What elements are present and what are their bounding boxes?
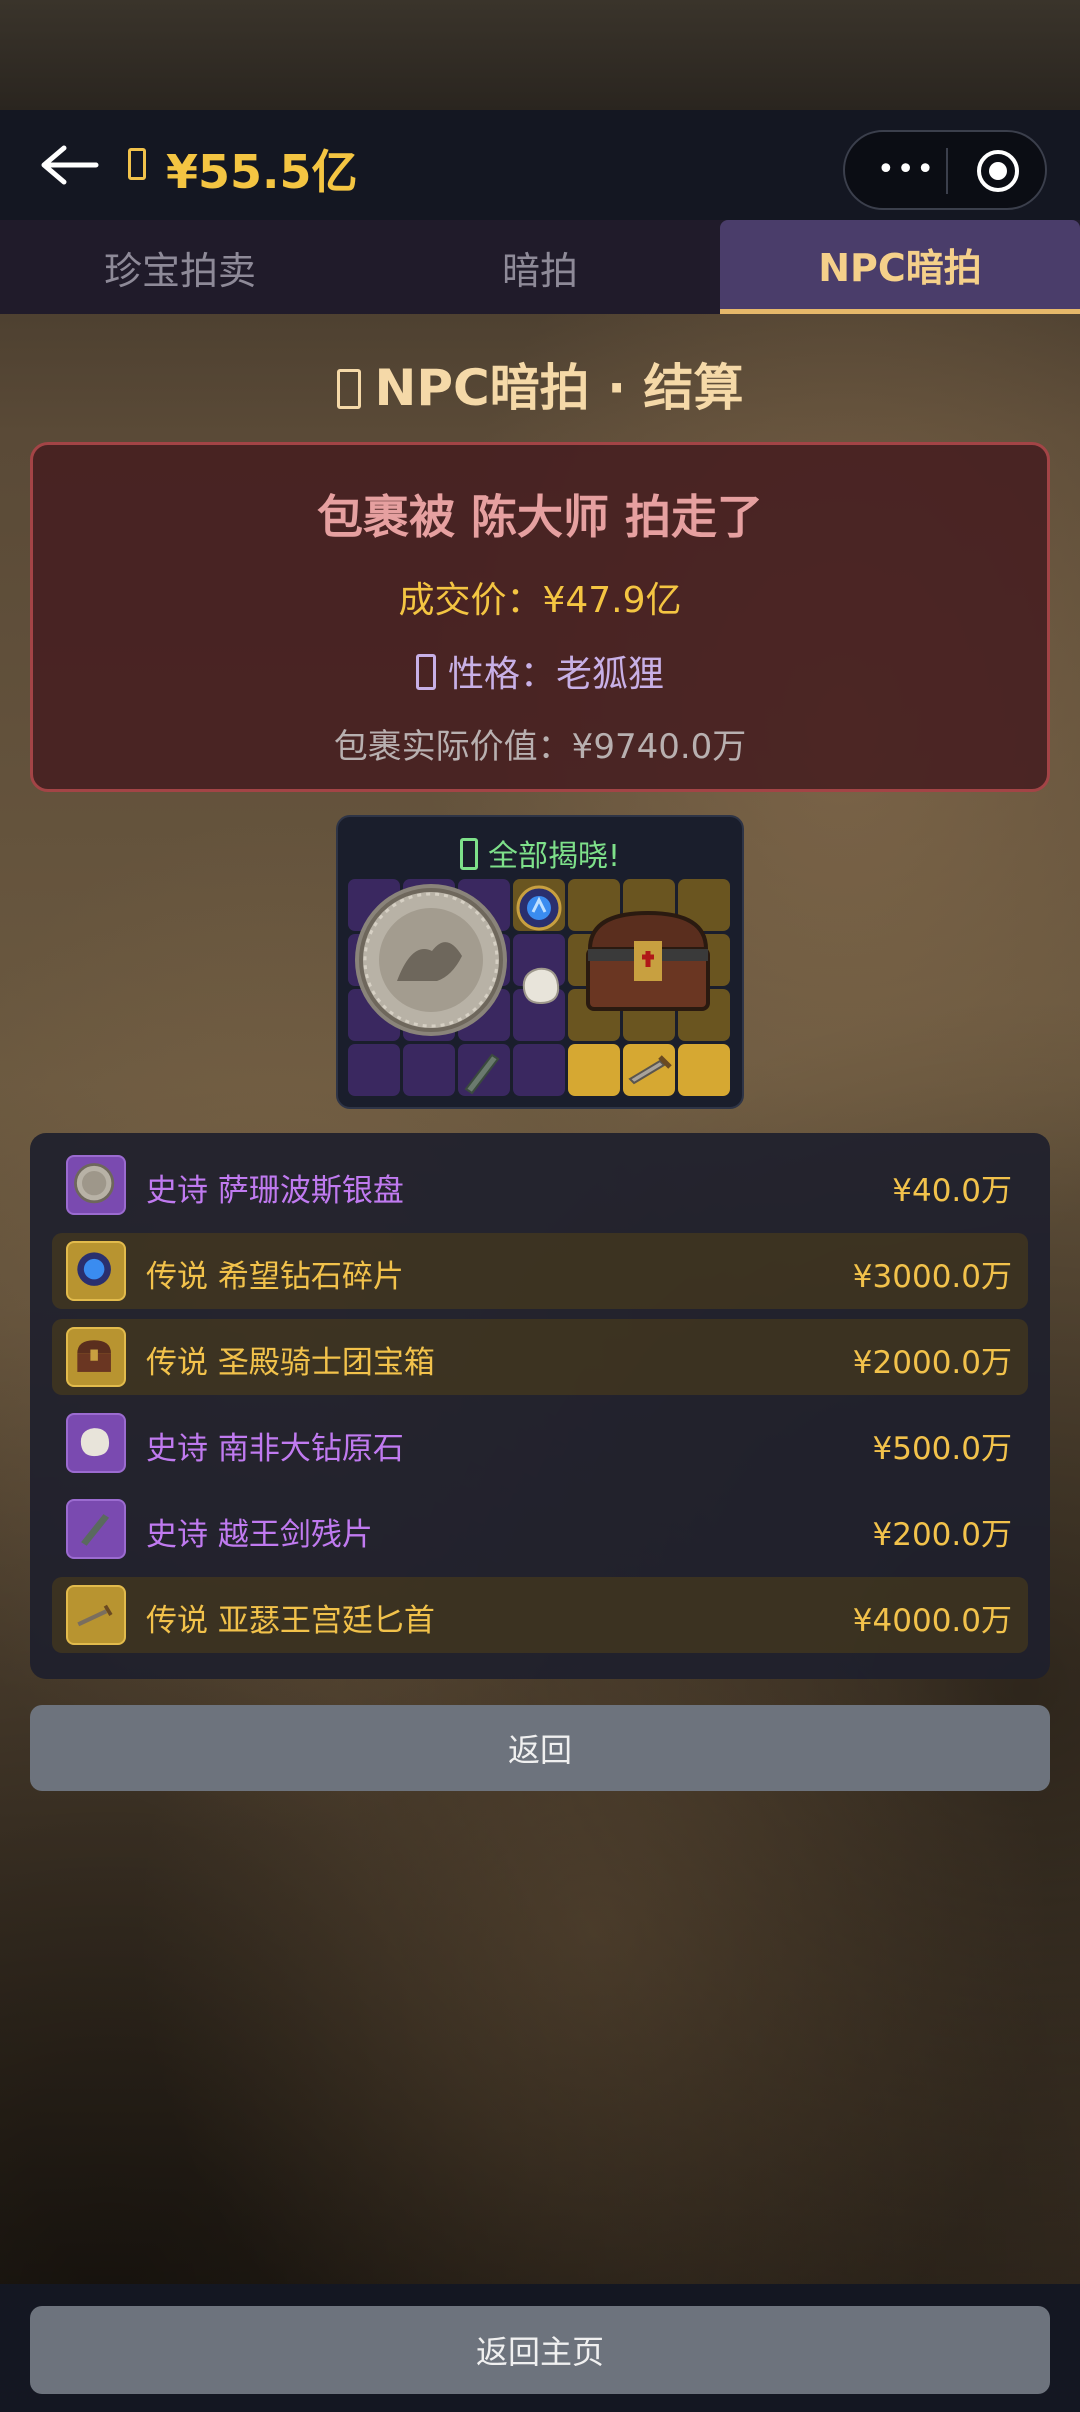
- grid-cell: [513, 1044, 565, 1096]
- reveal-title: 全部揭晓!: [338, 831, 742, 875]
- reveal-grid-panel: 全部揭晓!: [336, 815, 744, 1109]
- item-value: ¥3000.0万: [852, 1259, 1012, 1295]
- item-name: 史诗 南非大钻原石: [146, 1431, 404, 1467]
- treasure-chest-icon: [66, 1327, 126, 1387]
- list-item[interactable]: 史诗 萨珊波斯银盘 ¥40.0万: [52, 1147, 1028, 1223]
- item-name: 传说 希望钻石碎片: [146, 1259, 404, 1295]
- actual-value: 包裹实际价值：¥9740.0万: [333, 727, 747, 767]
- list-item[interactable]: 史诗 越王剑残片 ¥200.0万: [52, 1491, 1028, 1567]
- balance-display: ¥55.5亿: [166, 145, 358, 199]
- item-name: 传说 亚瑟王宫廷匕首: [146, 1603, 435, 1639]
- item-name: 史诗 萨珊波斯银盘: [146, 1173, 404, 1209]
- capsule-divider: [946, 148, 948, 194]
- dagger-icon: [66, 1585, 126, 1645]
- sword-fragment-icon: [66, 1499, 126, 1559]
- more-dots-icon[interactable]: •••: [877, 155, 936, 185]
- item-value: ¥40.0万: [892, 1173, 1012, 1209]
- item-name: 传说 圣殿骑士团宝箱: [146, 1345, 435, 1381]
- top-bar: ¥55.5亿 •••: [0, 110, 1080, 220]
- item-value: ¥4000.0万: [852, 1603, 1012, 1639]
- blue-diamond-icon: [66, 1241, 126, 1301]
- rough-stone-icon: [522, 967, 560, 1005]
- item-value: ¥200.0万: [872, 1517, 1012, 1553]
- grid-cell: [348, 1044, 400, 1096]
- tab-bar: 珍宝拍卖 暗拍 NPC暗拍: [0, 220, 1080, 314]
- status-bar-area: [0, 0, 1080, 110]
- npc-personality: 性格：老狐狸: [33, 645, 1047, 697]
- tab-treasure-auction[interactable]: 珍宝拍卖: [0, 220, 360, 314]
- rough-stone-icon: [66, 1413, 126, 1473]
- back-arrow-icon[interactable]: [34, 140, 100, 190]
- item-value: ¥500.0万: [872, 1431, 1012, 1467]
- list-item[interactable]: 传说 亚瑟王宫廷匕首 ¥4000.0万: [52, 1577, 1028, 1653]
- silver-plate-icon: [355, 884, 507, 1036]
- return-home-button[interactable]: 返回主页: [30, 2306, 1050, 2394]
- blue-diamond-icon: [516, 885, 562, 931]
- dagger-icon: [628, 1055, 672, 1085]
- money-icon: [128, 148, 146, 180]
- list-item[interactable]: 传说 圣殿骑士团宝箱 ¥2000.0万: [52, 1319, 1028, 1395]
- title-icon: [336, 369, 361, 409]
- sword-fragment-icon: [464, 1053, 500, 1095]
- item-name: 史诗 越王剑残片: [146, 1517, 373, 1553]
- backpack-grid: [348, 879, 732, 1101]
- page-title: NPC暗拍 · 结算: [0, 348, 1080, 420]
- grid-cell: [678, 1044, 730, 1096]
- target-icon[interactable]: [977, 150, 1019, 192]
- treasure-chest-icon: [586, 910, 710, 1011]
- deal-price: 成交价：¥47.9亿: [398, 580, 682, 621]
- item-list-panel: 史诗 萨珊波斯银盘 ¥40.0万 传说 希望钻石碎片 ¥3000.0万 传说 圣…: [30, 1133, 1050, 1679]
- personality-icon: [415, 654, 436, 690]
- item-value: ¥2000.0万: [852, 1345, 1012, 1381]
- tab-blind-auction[interactable]: 暗拍: [360, 220, 720, 314]
- grid-cell: [403, 1044, 455, 1096]
- tab-npc-blind-auction[interactable]: NPC暗拍: [720, 220, 1080, 314]
- return-button[interactable]: 返回: [30, 1705, 1050, 1791]
- list-item[interactable]: 史诗 南非大钻原石 ¥500.0万: [52, 1405, 1028, 1481]
- reveal-icon: [459, 838, 478, 870]
- winner-text: 包裹被 陈大师 拍走了: [316, 490, 764, 544]
- grid-cell: [568, 1044, 620, 1096]
- list-item[interactable]: 传说 希望钻石碎片 ¥3000.0万: [52, 1233, 1028, 1309]
- silver-plate-icon: [66, 1155, 126, 1215]
- mini-program-capsule: •••: [843, 130, 1047, 210]
- settlement-result-card: 包裹被 陈大师 拍走了 成交价：¥47.9亿 性格：老狐狸 包裹实际价值：¥97…: [30, 442, 1050, 792]
